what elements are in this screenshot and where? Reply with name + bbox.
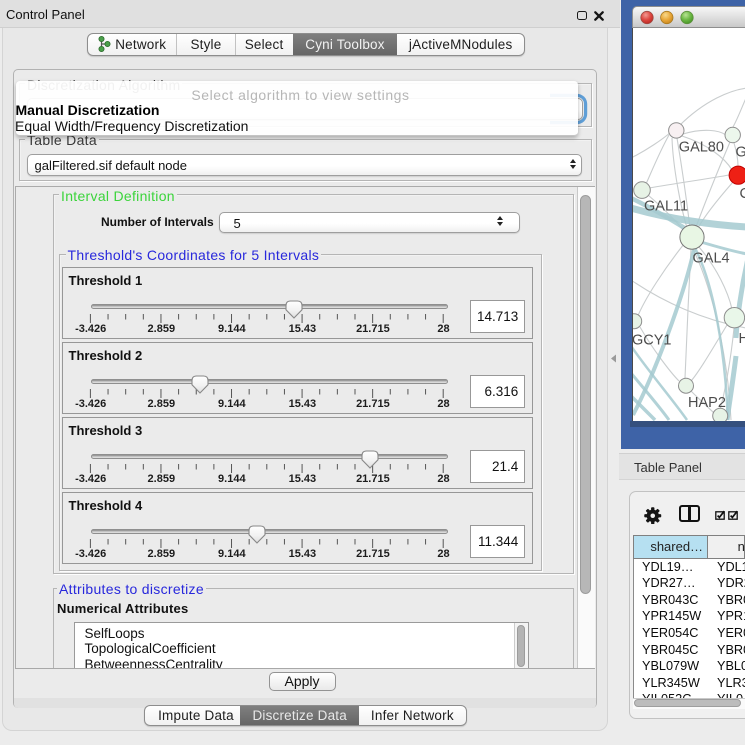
svg-text:GAL4: GAL4 xyxy=(692,251,729,267)
svg-text:H: H xyxy=(738,331,745,347)
svg-text:C: C xyxy=(739,186,745,202)
svg-text:G: G xyxy=(735,145,745,161)
svg-text:HAP2: HAP2 xyxy=(688,395,726,411)
svg-text:GAL11: GAL11 xyxy=(644,199,688,215)
svg-text:GAL80: GAL80 xyxy=(678,140,723,156)
svg-text:GCY1: GCY1 xyxy=(633,333,672,349)
